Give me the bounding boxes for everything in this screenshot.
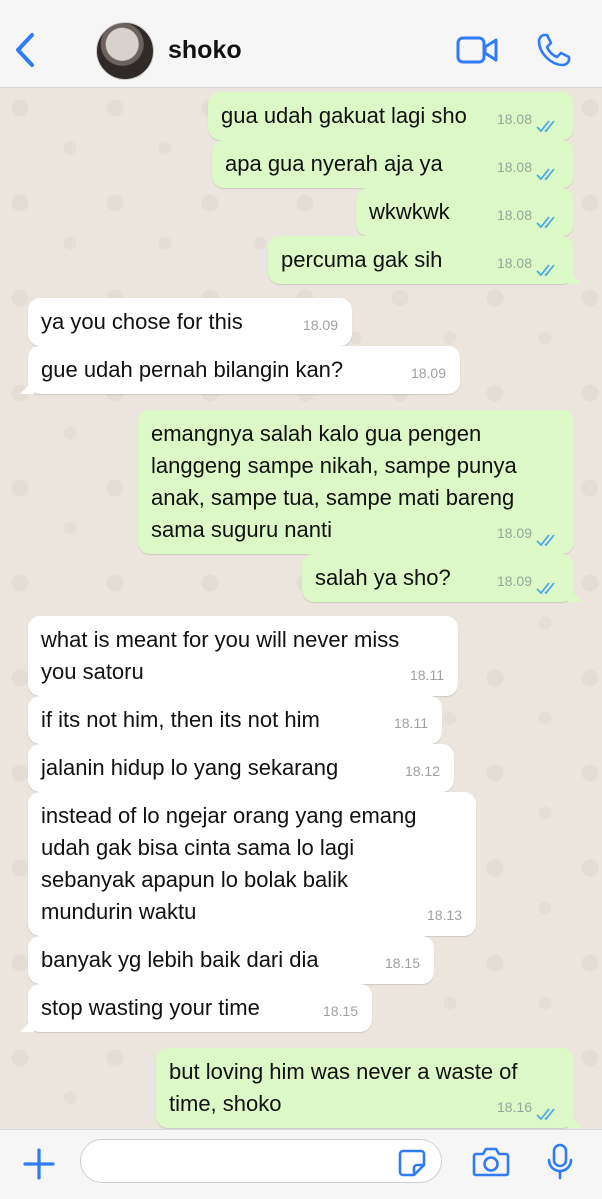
message-time: 18.11 — [410, 667, 444, 683]
read-ticks-icon — [536, 264, 555, 277]
read-ticks-icon — [536, 120, 555, 133]
message-bubble[interactable]: what is meant for you will never miss yo… — [28, 616, 458, 696]
read-ticks-icon — [536, 168, 555, 181]
message-text: stop wasting your time — [41, 995, 260, 1020]
read-ticks-icon — [536, 1108, 555, 1121]
sticker-icon[interactable] — [397, 1148, 427, 1178]
read-ticks-icon — [536, 582, 555, 595]
message-bubble[interactable]: wkwkwk 18.08 — [356, 188, 574, 236]
message-bubble[interactable]: gue udah pernah bilangin kan? 18.09 — [20, 346, 460, 394]
message-bubble[interactable]: stop wasting your time 18.15 — [20, 984, 372, 1032]
read-ticks-icon — [536, 534, 555, 547]
message-bubble[interactable]: percuma gak sih 18.08 — [268, 236, 582, 284]
message-time: 18.15 — [384, 955, 420, 971]
message-time: 18.13 — [426, 907, 462, 923]
message-input[interactable] — [80, 1139, 442, 1183]
message-time: 18.11 — [394, 715, 428, 731]
microphone-icon[interactable] — [546, 1143, 574, 1181]
read-ticks-icon — [536, 216, 555, 229]
message-time: 18.08 — [496, 255, 532, 271]
message-bubble[interactable]: salah ya sho? 18.09 — [302, 554, 582, 602]
bubble-tail — [568, 270, 582, 284]
chevron-left-icon[interactable] — [10, 30, 40, 70]
avatar[interactable] — [96, 22, 154, 80]
message-bubble[interactable]: emangnya salah kalo gua pengen langgeng … — [138, 410, 574, 554]
message-time: 18.09 — [410, 365, 446, 381]
message-bubble[interactable]: jalanin hidup lo yang sekarang 18.12 — [28, 744, 454, 792]
phone-icon[interactable] — [537, 33, 571, 67]
message-time: 18.09 — [496, 573, 532, 589]
message-time: 18.08 — [496, 159, 532, 175]
chat-header: shoko — [0, 0, 602, 88]
message-bubble[interactable]: banyak yg lebih baik dari dia 18.15 — [28, 936, 434, 984]
plus-icon[interactable] — [22, 1147, 56, 1181]
message-text: what is meant for you will never miss yo… — [41, 627, 400, 684]
message-text: if its not him, then its not him — [41, 707, 320, 732]
message-text: jalanin hidup lo yang sekarang — [41, 755, 339, 780]
bubble-tail — [568, 1114, 582, 1128]
message-bubble[interactable]: ya you chose for this 18.09 — [28, 298, 352, 346]
message-time: 18.12 — [404, 763, 440, 779]
message-time: 18.08 — [496, 111, 532, 127]
message-time: 18.09 — [496, 525, 532, 541]
message-time: 18.08 — [496, 207, 532, 223]
bubble-tail — [20, 380, 34, 394]
message-text: banyak yg lebih baik dari dia — [41, 947, 319, 972]
message-text: ya you chose for this — [41, 309, 243, 334]
message-bubble[interactable]: instead of lo ngejar orang yang emang ud… — [28, 792, 476, 936]
message-time: 18.15 — [322, 1003, 358, 1019]
message-text: gue udah pernah bilangin kan? — [41, 357, 344, 382]
bubble-tail — [20, 1018, 34, 1032]
contact-name[interactable]: shoko — [168, 36, 242, 65]
camera-icon[interactable] — [472, 1146, 510, 1178]
message-text: instead of lo ngejar orang yang emang ud… — [41, 803, 417, 924]
video-call-icon[interactable] — [456, 34, 498, 66]
bubble-tail — [568, 588, 582, 602]
message-bubble[interactable]: but loving him was never a waste of time… — [156, 1048, 582, 1128]
message-bubble[interactable]: gua udah gakuat lagi sho 18.08 — [208, 92, 574, 140]
message-bubble[interactable]: if its not him, then its not him 18.11 — [28, 696, 442, 744]
message-bubble[interactable]: apa gua nyerah aja ya 18.08 — [212, 140, 574, 188]
message-time: 18.16 — [496, 1099, 532, 1115]
message-time: 18.09 — [302, 317, 338, 333]
chat-area[interactable]: gua udah gakuat lagi sho 18.08 apa gua n… — [0, 88, 602, 1129]
